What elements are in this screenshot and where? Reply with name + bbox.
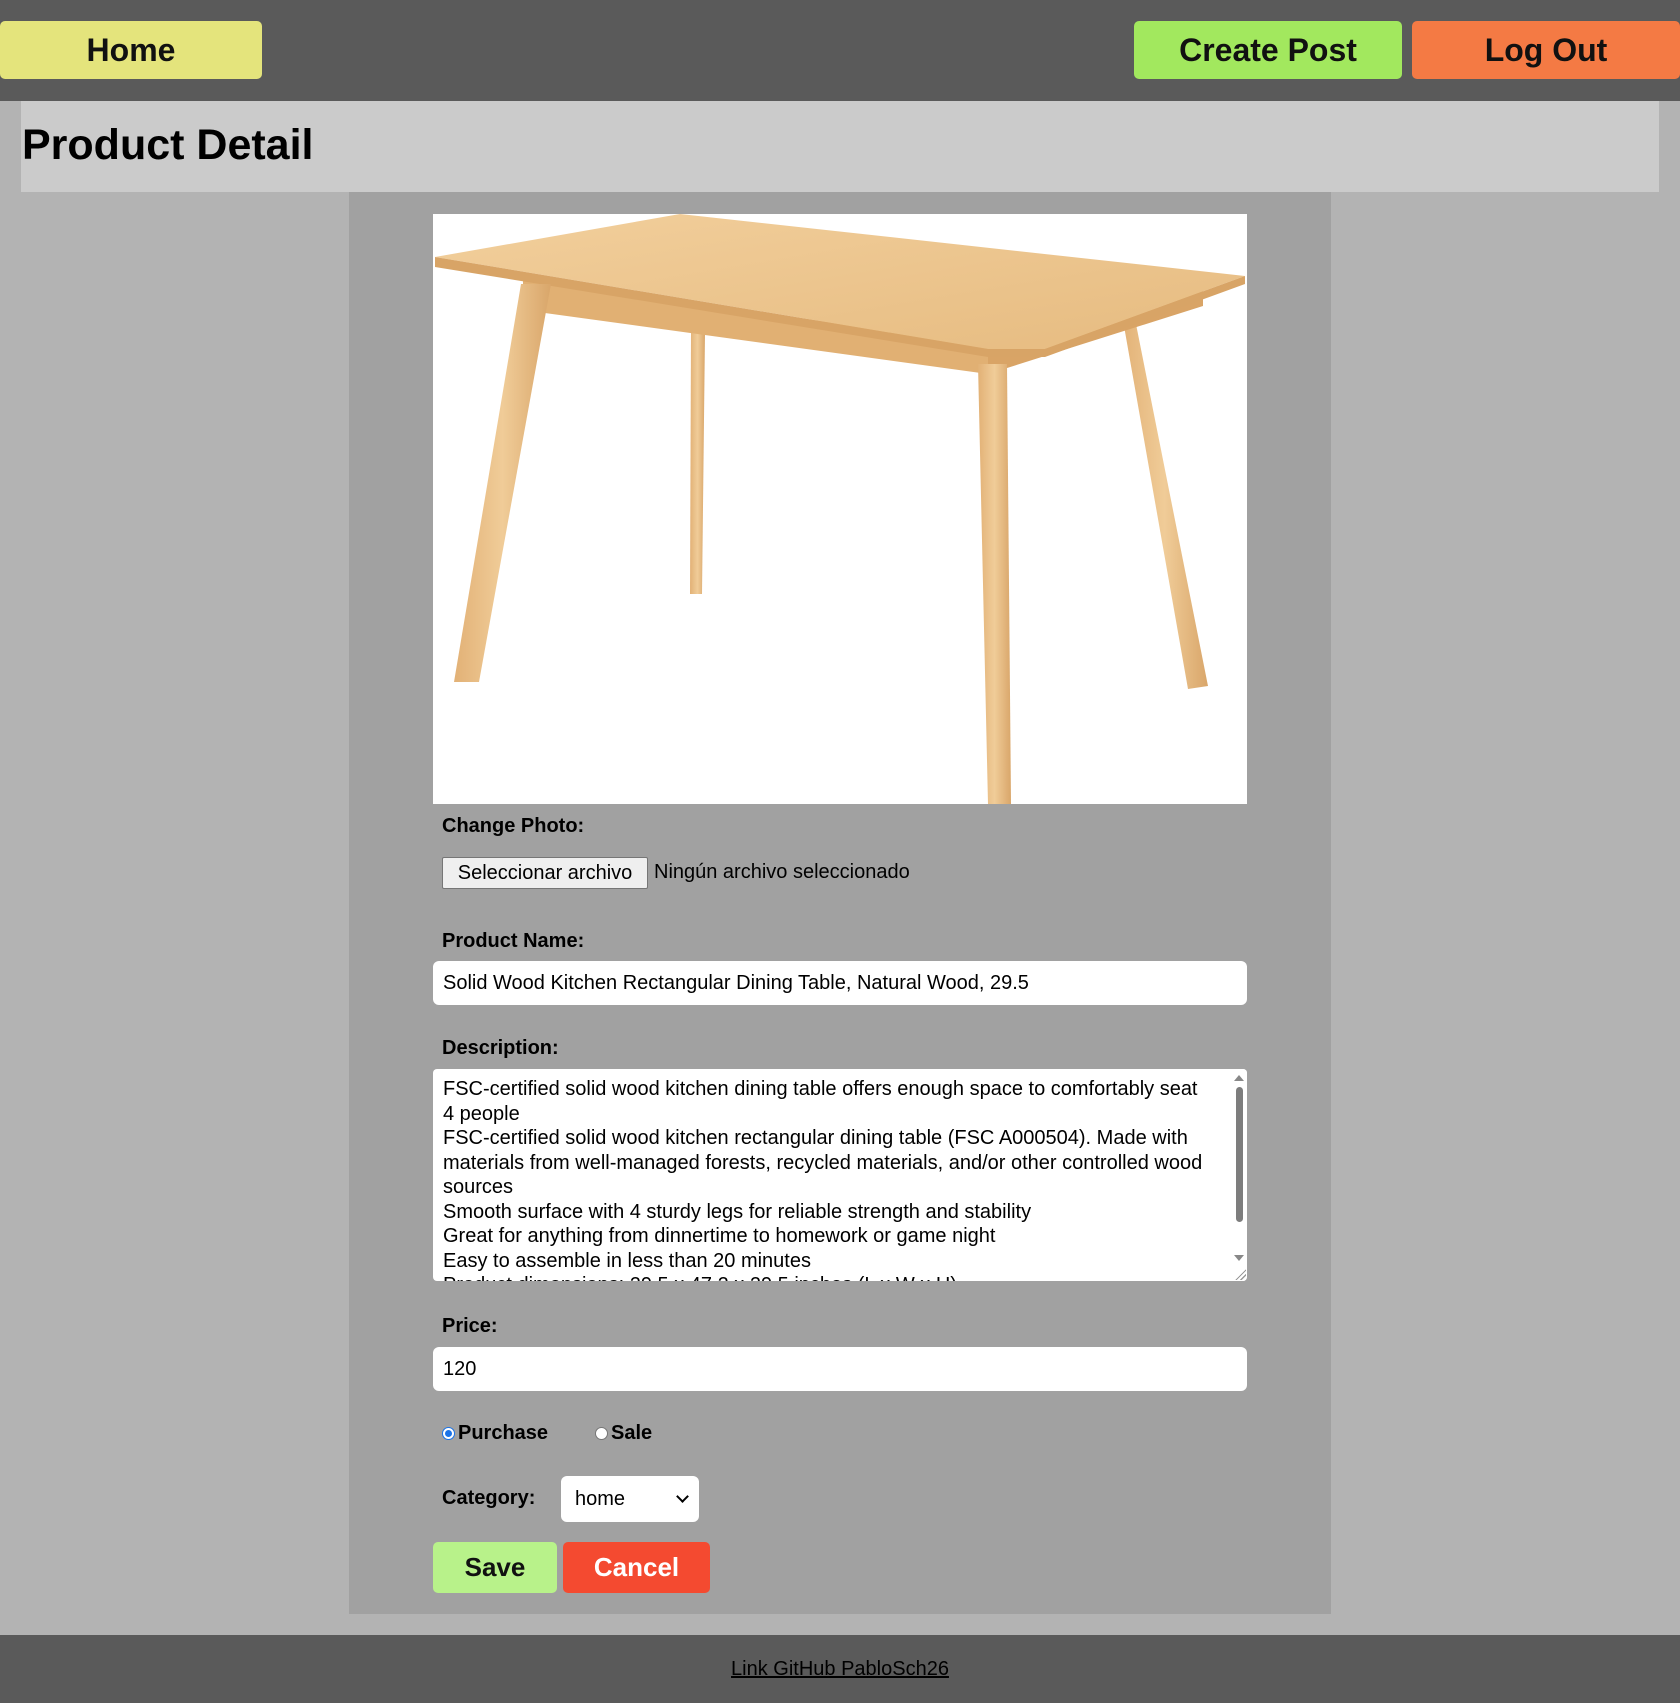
top-navbar: Home Create Post Log Out bbox=[0, 0, 1680, 101]
chevron-down-icon bbox=[676, 1490, 689, 1503]
description-textarea[interactable]: FSC-certified solid wood kitchen dining … bbox=[433, 1069, 1247, 1281]
file-status-text: Ningún archivo seleccionado bbox=[654, 861, 910, 883]
description-line: Smooth surface with 4 sturdy legs for re… bbox=[443, 1200, 1032, 1223]
dining-table-image bbox=[435, 214, 1245, 804]
page-header: Product Detail bbox=[21, 101, 1659, 192]
description-line: Easy to assemble in less than 20 minutes bbox=[443, 1249, 811, 1272]
description-line: FSC-certified solid wood kitchen dining … bbox=[443, 1078, 1198, 1125]
price-input[interactable] bbox=[433, 1347, 1247, 1391]
category-selected-value: home bbox=[575, 1487, 626, 1510]
footer: Link GitHub PabloSch26 bbox=[0, 1635, 1680, 1703]
radio-purchase-label: Purchase bbox=[458, 1422, 549, 1444]
description-line: Great for anything from dinnertime to ho… bbox=[443, 1225, 996, 1247]
choose-file-button[interactable]: Seleccionar archivo bbox=[442, 857, 648, 889]
scroll-down-arrow-icon[interactable] bbox=[1234, 1255, 1244, 1261]
resize-grip-icon[interactable] bbox=[1234, 1268, 1246, 1280]
description-line: Product dimensions: 29.5 x 47.2 x 29.5 i… bbox=[443, 1273, 1207, 1281]
radio-sale[interactable]: Sale bbox=[595, 1422, 652, 1445]
create-post-button[interactable]: Create Post bbox=[1134, 21, 1402, 79]
logout-button[interactable]: Log Out bbox=[1412, 21, 1680, 79]
page-title: Product Detail bbox=[22, 121, 314, 169]
product-detail-panel: Change Photo: Seleccionar archivo Ningún… bbox=[349, 192, 1331, 1614]
change-photo-label: Change Photo: bbox=[442, 815, 585, 837]
scroll-thumb[interactable] bbox=[1236, 1087, 1243, 1222]
cancel-button[interactable]: Cancel bbox=[563, 1542, 710, 1593]
radio-checked-icon[interactable] bbox=[442, 1427, 455, 1440]
description-label: Description: bbox=[442, 1037, 559, 1059]
description-scrollbar[interactable] bbox=[1231, 1069, 1247, 1281]
radio-purchase[interactable]: Purchase bbox=[442, 1422, 548, 1445]
github-link[interactable]: Link GitHub PabloSch26 bbox=[0, 1658, 1680, 1681]
product-photo bbox=[433, 214, 1247, 804]
product-name-input[interactable] bbox=[433, 961, 1247, 1005]
category-select[interactable]: home bbox=[561, 1476, 699, 1522]
radio-sale-label: Sale bbox=[611, 1422, 653, 1444]
product-name-label: Product Name: bbox=[442, 930, 585, 952]
home-button[interactable]: Home bbox=[0, 21, 262, 79]
scroll-up-arrow-icon[interactable] bbox=[1234, 1075, 1244, 1081]
description-line: FSC-certified solid wood kitchen rectang… bbox=[443, 1127, 1203, 1198]
price-label: Price: bbox=[442, 1315, 498, 1337]
save-button[interactable]: Save bbox=[433, 1542, 557, 1593]
radio-unchecked-icon[interactable] bbox=[595, 1427, 608, 1440]
category-label: Category: bbox=[442, 1487, 536, 1509]
